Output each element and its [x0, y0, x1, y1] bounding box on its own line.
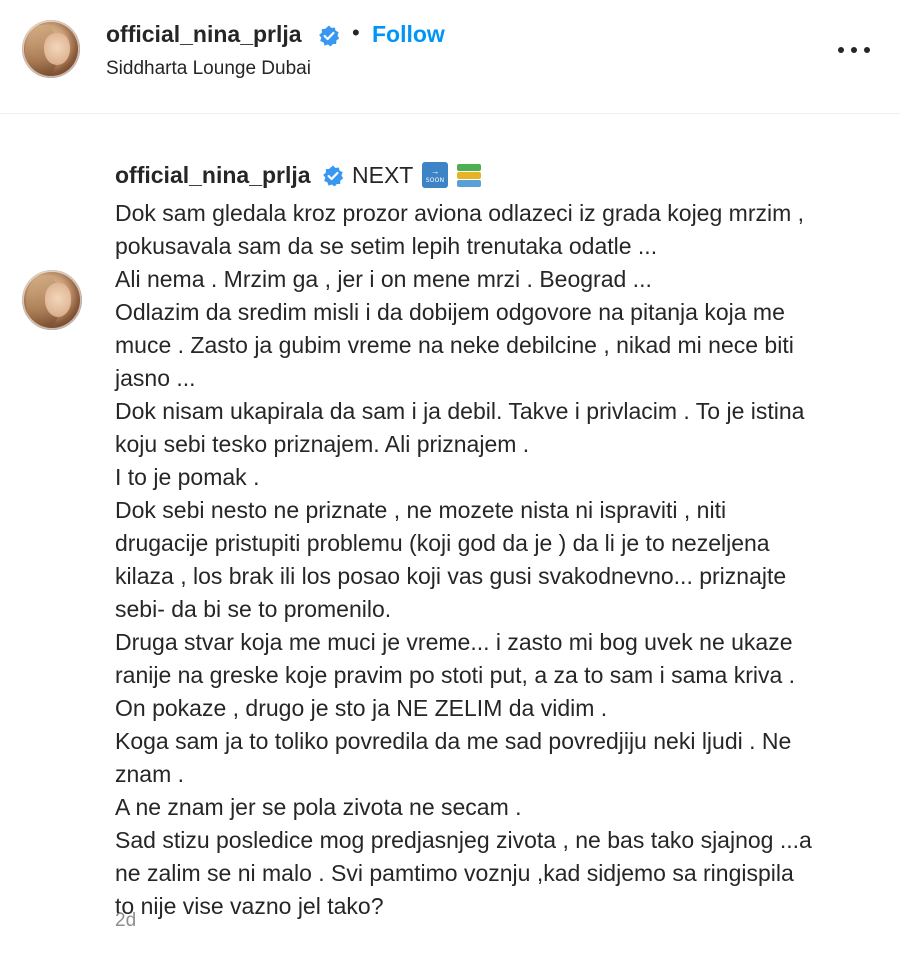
caption-line: to nije vise vazno jel tako? — [115, 893, 384, 919]
caption-line: Koga sam ja to toliko povredila da me sa… — [115, 728, 792, 754]
caption-line: jasno ... — [115, 365, 196, 391]
caption-line: Dok sam gledala kroz prozor aviona odlaz… — [115, 200, 805, 226]
soon-arrow-glyph: → — [430, 166, 440, 176]
caption-line: On pokaze , drugo je sto ja NE ZELIM da … — [115, 695, 608, 721]
caption-line: ne zalim se ni malo . Svi pamtimo voznju… — [115, 860, 794, 886]
soon-text: SOON — [425, 177, 445, 184]
caption-line: kilaza , los brak ili los posao koji vas… — [115, 563, 787, 589]
caption-line: Odlazim da sredim misli i da dobijem odg… — [115, 299, 785, 325]
caption-line: muce . Zasto ja gubim vreme na neke debi… — [115, 332, 794, 358]
more-options-icon[interactable] — [834, 36, 874, 64]
header-username[interactable]: official_nina_prlja — [106, 21, 302, 48]
verified-badge-icon — [323, 165, 344, 187]
post-header: official_nina_prlja • Follow Siddharta L… — [0, 0, 900, 114]
post-timestamp[interactable]: 2d — [115, 910, 136, 932]
caption-line: koju sebi tesko priznajem. Ali priznajem… — [115, 431, 530, 457]
caption-line: pokusavala sam da se setim lepih trenuta… — [115, 233, 658, 259]
location-link[interactable]: Siddharta Lounge Dubai — [106, 58, 311, 80]
caption-text: Dok sam gledala kroz prozor aviona odlaz… — [115, 197, 885, 923]
separator-dot: • — [352, 20, 360, 45]
caption-line: ranije na greske koje pravim po stoti pu… — [115, 662, 796, 688]
follow-button[interactable]: Follow — [372, 21, 445, 48]
soon-arrow-emoji: → SOON — [422, 162, 448, 188]
post-caption-block: official_nina_prlja NEXT → SOON Dok sam … — [0, 114, 900, 957]
caption-next-text: NEXT — [352, 162, 414, 188]
caption-line: A ne znam jer se pola zivota ne secam . — [115, 794, 522, 820]
caption-line: Dok nisam ukapirala da sam i ja debil. T… — [115, 398, 805, 424]
caption-avatar[interactable] — [22, 270, 82, 330]
caption-line: drugacije pristupiti problemu (koji god … — [115, 530, 770, 556]
caption-line: Sad stizu posledice mog predjasnjeg zivo… — [115, 827, 812, 853]
caption-line: sebi- da bi se to promenilo. — [115, 596, 392, 622]
caption-line: Ali nema . Mrzim ga , jer i on mene mrzi… — [115, 266, 652, 292]
caption-line: znam . — [115, 761, 185, 787]
books-emoji — [456, 162, 482, 188]
caption-username[interactable]: official_nina_prlja — [115, 162, 311, 189]
caption-line: I to je pomak . — [115, 464, 260, 490]
caption-line: Dok sebi nesto ne priznate , ne mozete n… — [115, 497, 727, 523]
caption-line: Druga stvar koja me muci je vreme... i z… — [115, 629, 793, 655]
profile-avatar[interactable] — [22, 20, 80, 78]
verified-badge-icon — [319, 25, 340, 47]
